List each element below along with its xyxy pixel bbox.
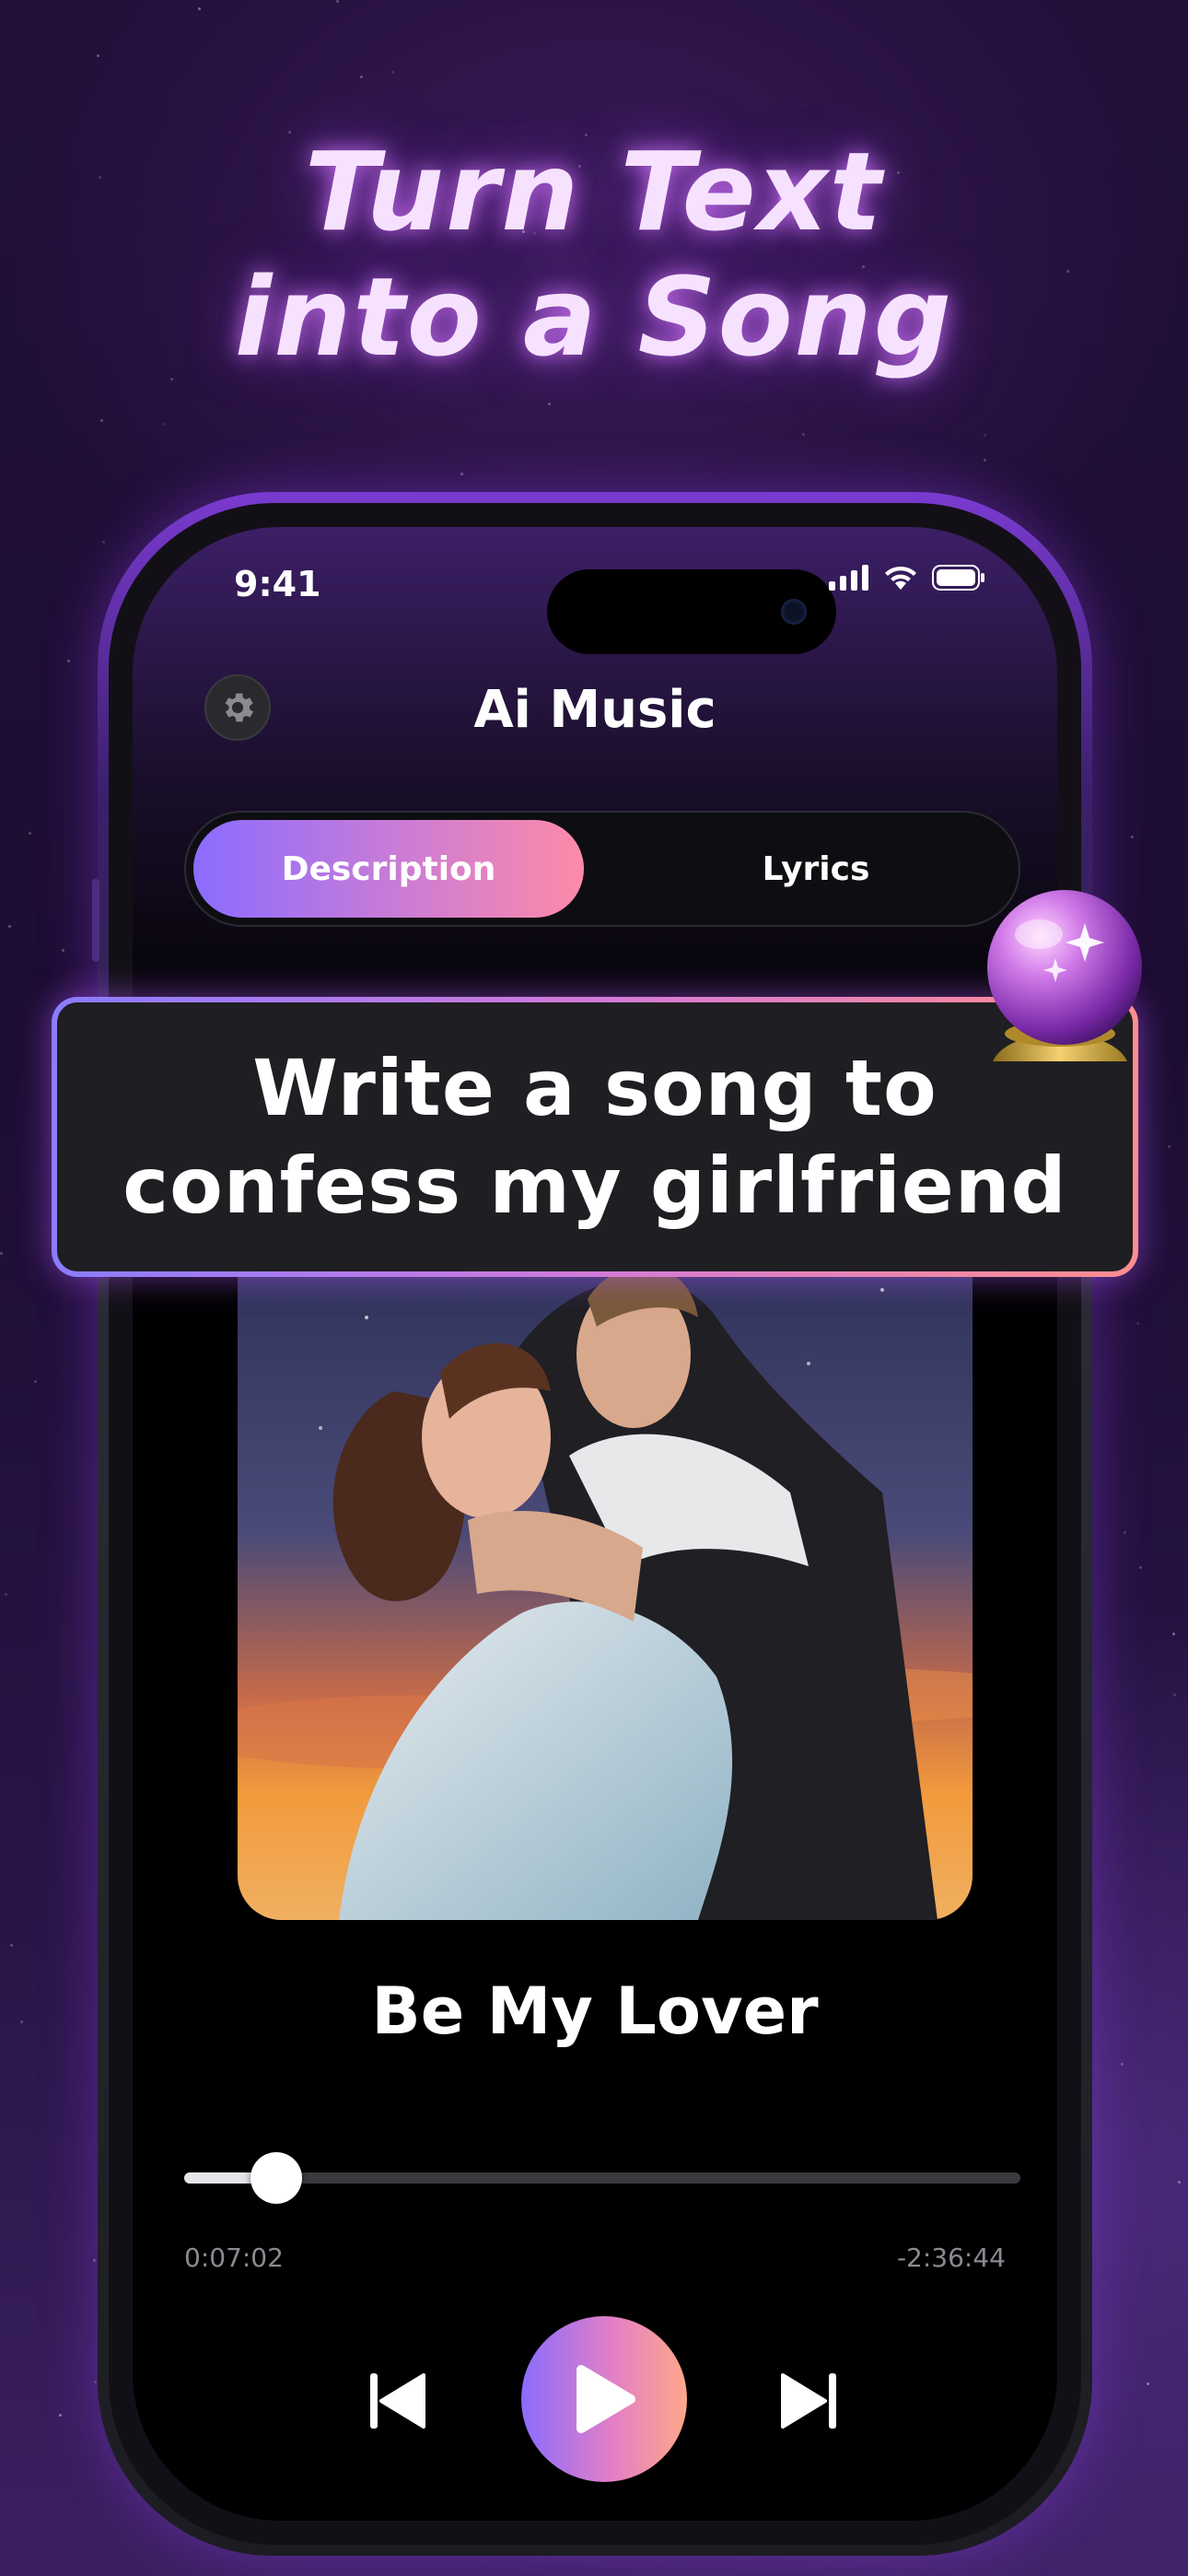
phone-mockup: 9:41 Ai Music Description Lyrics Be My L…	[92, 492, 1092, 2556]
camera-icon	[781, 599, 807, 625]
scrubber-thumb[interactable]	[250, 2152, 302, 2204]
app-title: Ai Music	[473, 680, 716, 740]
tab-lyrics[interactable]: Lyrics	[621, 820, 1011, 918]
phone-side-button	[92, 879, 99, 962]
remaining-time: -2:36:44	[896, 2242, 1006, 2273]
headline: Turn Text into a Song	[0, 129, 1188, 380]
status-time: 9:41	[234, 564, 321, 604]
mode-segmented-control: Description Lyrics	[184, 811, 1020, 927]
elapsed-time: 0:07:02	[184, 2242, 284, 2273]
headline-line-1: Turn Text	[304, 128, 884, 255]
song-title: Be My Lover	[371, 1973, 819, 2049]
playback-controls	[133, 2316, 1057, 2482]
crystal-ball-icon	[973, 886, 1146, 1071]
cellular-signal-icon	[829, 565, 868, 591]
headline-line-2: into a Song	[234, 253, 954, 381]
tab-description[interactable]: Description	[193, 820, 584, 918]
prompt-line-1: Write a song to	[252, 1043, 938, 1133]
skip-back-icon	[370, 2373, 425, 2429]
battery-icon	[932, 565, 984, 591]
skip-forward-button[interactable]	[777, 2370, 840, 2432]
skip-forward-icon	[781, 2373, 836, 2429]
play-button[interactable]	[521, 2316, 687, 2482]
play-icon	[577, 2365, 635, 2433]
wifi-icon	[885, 566, 916, 590]
album-artwork	[238, 1216, 973, 1920]
dynamic-island	[547, 569, 836, 654]
prompt-line-2: confess my girlfriend	[122, 1141, 1067, 1231]
phone-screen: 9:41 Ai Music Description Lyrics Be My L…	[133, 527, 1057, 2521]
skip-back-button[interactable]	[367, 2370, 429, 2432]
status-icons	[829, 564, 985, 591]
playback-scrubber[interactable]	[184, 2152, 1020, 2204]
phone-bezel: 9:41 Ai Music Description Lyrics Be My L…	[109, 503, 1081, 2545]
